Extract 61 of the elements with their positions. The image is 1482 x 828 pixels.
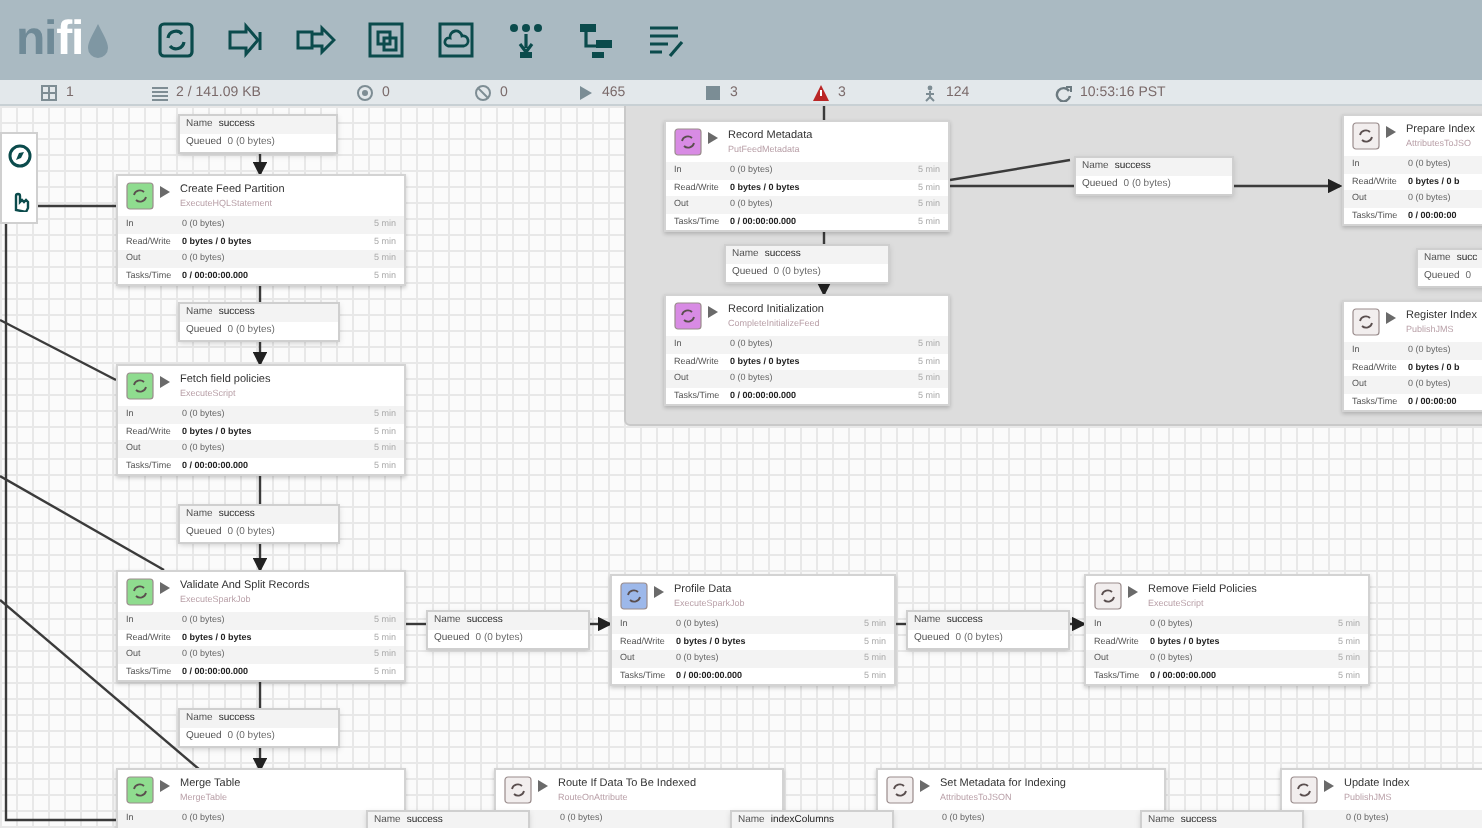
play-icon xyxy=(1386,126,1396,138)
connection-line[interactable] xyxy=(1070,616,1087,632)
funnel-icon[interactable] xyxy=(506,20,546,60)
processor-icon xyxy=(886,776,914,804)
warning-icon xyxy=(812,84,830,102)
connection-line[interactable] xyxy=(0,318,117,382)
figure-icon xyxy=(920,84,938,102)
connection-line[interactable] xyxy=(816,282,832,297)
navigate-icon[interactable] xyxy=(7,143,31,168)
play-icon xyxy=(160,186,170,198)
play-icon xyxy=(160,582,170,594)
connection-line[interactable] xyxy=(1234,178,1343,194)
stop-icon xyxy=(704,84,722,102)
target-icon xyxy=(356,84,374,102)
slashed-circle-icon xyxy=(474,84,492,102)
processor-icon xyxy=(126,372,154,400)
play-icon xyxy=(654,586,664,598)
processor-icon xyxy=(1352,122,1380,150)
connection-line[interactable] xyxy=(258,682,262,708)
refresh-icon xyxy=(1054,84,1072,102)
play-icon xyxy=(160,376,170,388)
connection-line[interactable] xyxy=(258,476,262,504)
input-port-icon[interactable] xyxy=(226,20,266,60)
play-icon xyxy=(1386,312,1396,324)
play-icon xyxy=(576,84,594,102)
play-icon xyxy=(160,780,170,792)
play-icon xyxy=(538,780,548,792)
process-group-icon[interactable] xyxy=(366,20,406,60)
connection-line[interactable] xyxy=(0,474,165,572)
processor-icon xyxy=(674,128,702,156)
processor-icon xyxy=(126,776,154,804)
remote-group-icon[interactable] xyxy=(436,20,476,60)
play-icon xyxy=(920,780,930,792)
label-icon[interactable] xyxy=(646,20,686,60)
play-icon xyxy=(1324,780,1334,792)
processor-icon xyxy=(1094,582,1122,610)
connection-line[interactable] xyxy=(252,154,268,177)
processor-icon xyxy=(504,776,532,804)
processor-icon xyxy=(674,302,702,330)
connection-line[interactable] xyxy=(949,158,1071,182)
cluster-icon xyxy=(40,84,58,102)
connection-line[interactable] xyxy=(252,748,268,773)
play-icon xyxy=(708,132,718,144)
template-icon[interactable] xyxy=(576,20,616,60)
connection-line[interactable] xyxy=(406,622,426,626)
nifi-logo: nifi xyxy=(16,12,124,68)
connection-line[interactable] xyxy=(252,544,268,573)
processor-icon xyxy=(620,582,648,610)
processor-icon xyxy=(1290,776,1318,804)
processor-icon xyxy=(126,182,154,210)
processor-icon[interactable] xyxy=(156,20,196,60)
processor-icon xyxy=(126,578,154,606)
processor-icon xyxy=(1352,308,1380,336)
connection-line[interactable] xyxy=(252,342,268,367)
connection-line[interactable] xyxy=(590,616,613,632)
play-icon xyxy=(1128,586,1138,598)
play-icon xyxy=(708,306,718,318)
list-icon xyxy=(150,84,168,102)
output-port-icon[interactable] xyxy=(296,20,336,60)
connection-line[interactable] xyxy=(822,106,826,120)
drop-icon xyxy=(85,22,110,58)
